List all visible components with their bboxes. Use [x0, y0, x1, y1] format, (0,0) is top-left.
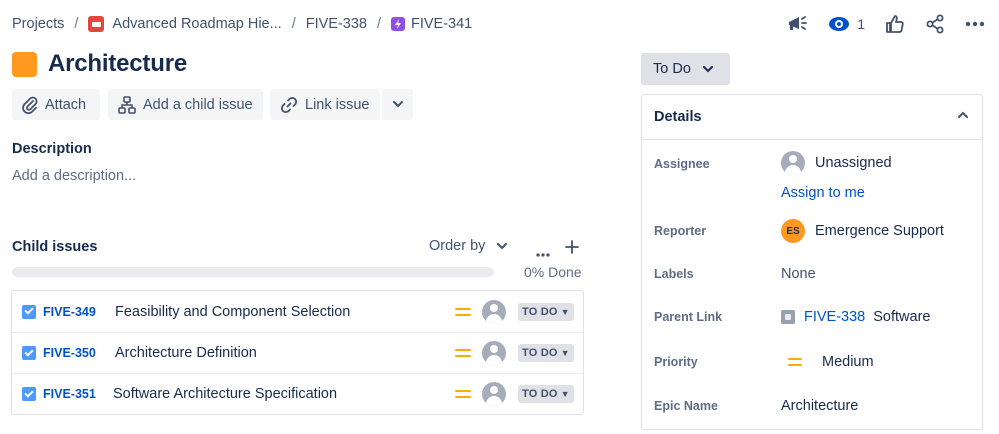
issue-title-row: Architecture	[12, 50, 187, 78]
table-row[interactable]: FIVE-350 Architecture Definition TO DO ▼	[12, 332, 583, 373]
breadcrumb-project[interactable]: Advanced Roadmap Hie...	[112, 16, 281, 32]
status-label: TO DO	[522, 305, 558, 318]
issue-header-actions: 1	[766, 12, 985, 36]
chevron-down-icon: ▼	[560, 348, 570, 358]
add-child-plus-icon[interactable]	[565, 240, 579, 259]
chevron-up-icon	[958, 111, 968, 118]
avatar[interactable]	[482, 382, 506, 406]
parent-link-name: Software	[873, 309, 931, 325]
epic-name-label: Epic Name	[654, 399, 718, 413]
paperclip-icon	[22, 96, 38, 114]
link-issue-button[interactable]: Link issue	[270, 89, 380, 120]
chevron-down-icon	[702, 65, 713, 72]
assignee-name: Unassigned	[815, 155, 892, 171]
order-by-label: Order by	[429, 238, 486, 254]
status-dropdown[interactable]: TO DO ▼	[518, 344, 574, 362]
reporter-name: Emergence Support	[815, 223, 944, 239]
megaphone-icon[interactable]	[786, 14, 808, 34]
breadcrumb-current-issue[interactable]: FIVE-341	[411, 16, 472, 32]
story-icon	[22, 387, 36, 401]
link-issue-label: Link issue	[305, 96, 370, 113]
status-button-label: To Do	[653, 61, 691, 77]
assignee-label: Assignee	[654, 157, 710, 171]
eye-icon	[829, 17, 850, 31]
status-dropdown[interactable]: TO DO ▼	[518, 385, 574, 403]
priority-label: Priority	[654, 355, 698, 369]
priority-medium-icon	[455, 306, 471, 318]
watch-button[interactable]: 1	[828, 16, 865, 32]
priority-medium-icon	[455, 388, 471, 400]
parent-link-label: Parent Link	[654, 310, 723, 324]
avatar[interactable]	[482, 341, 506, 365]
details-panel: Details Assignee Unassigned Assign to me…	[641, 94, 983, 430]
chevron-down-icon	[392, 101, 403, 108]
description-field[interactable]: Add a description...	[12, 168, 136, 184]
child-issue-summary[interactable]: Feasibility and Component Selection	[115, 304, 350, 320]
labels-value[interactable]: None	[781, 266, 816, 282]
story-icon	[22, 346, 36, 360]
link-icon	[280, 96, 298, 113]
priority-name: Medium	[822, 354, 874, 370]
details-title: Details	[654, 109, 702, 125]
parent-link-value[interactable]: FIVE-338 Software	[781, 309, 930, 325]
child-issues-more-icon[interactable]	[536, 244, 550, 262]
priority-medium-icon	[455, 347, 471, 359]
child-issue-key[interactable]: FIVE-349	[43, 305, 96, 319]
child-issue-key[interactable]: FIVE-351	[43, 387, 96, 401]
breadcrumb-separator: /	[376, 16, 381, 32]
status-label: TO DO	[522, 347, 558, 359]
reporter-value[interactable]: ES Emergence Support	[781, 219, 944, 243]
story-icon	[22, 304, 36, 319]
table-row[interactable]: FIVE-351 Software Architecture Specifica…	[12, 373, 583, 414]
chevron-down-icon	[497, 242, 508, 249]
watch-count: 1	[857, 16, 865, 32]
add-child-issue-label: Add a child issue	[143, 96, 253, 113]
avatar[interactable]	[482, 299, 506, 324]
child-issues-label: Child issues	[12, 239, 98, 255]
child-issue-summary[interactable]: Architecture Definition	[115, 345, 257, 361]
details-header[interactable]: Details	[642, 95, 982, 140]
child-issues-progress-bar	[12, 267, 494, 277]
issue-title[interactable]: Architecture	[48, 50, 187, 78]
status-button[interactable]: To Do	[641, 53, 730, 85]
assignee-value[interactable]: Unassigned	[781, 151, 892, 175]
description-label: Description	[12, 141, 92, 157]
priority-value[interactable]: Medium	[781, 354, 874, 370]
table-row[interactable]: FIVE-349 Feasibility and Component Selec…	[12, 291, 583, 332]
breadcrumb-separator: /	[291, 16, 296, 32]
epic-name-value[interactable]: Architecture	[781, 398, 858, 414]
child-issues-table: FIVE-349 Feasibility and Component Selec…	[11, 290, 584, 415]
attach-label: Attach	[45, 96, 87, 113]
status-dropdown[interactable]: TO DO ▼	[518, 302, 574, 321]
child-issue-summary[interactable]: Software Architecture Specification	[113, 386, 337, 402]
more-icon[interactable]	[965, 21, 985, 27]
parent-link-key[interactable]: FIVE-338	[804, 309, 865, 325]
chevron-down-icon: ▼	[560, 389, 570, 399]
progress-text: 0% Done	[524, 264, 582, 280]
project-icon	[88, 16, 105, 32]
avatar	[781, 151, 805, 175]
share-icon[interactable]	[925, 14, 945, 34]
assign-to-me-link[interactable]: Assign to me	[781, 185, 865, 201]
breadcrumb-parent-issue[interactable]: FIVE-338	[306, 16, 367, 32]
order-by-dropdown[interactable]: Order by	[429, 238, 508, 254]
epic-icon	[12, 51, 37, 77]
breadcrumb: Projects / Advanced Roadmap Hie... / FIV…	[12, 12, 472, 36]
attach-button[interactable]: Attach	[12, 89, 100, 120]
priority-medium-icon	[788, 357, 802, 367]
child-issue-key[interactable]: FIVE-350	[43, 346, 96, 360]
avatar: ES	[781, 219, 805, 243]
hierarchy-icon	[118, 95, 136, 114]
breadcrumb-separator: /	[74, 16, 79, 32]
status-label: TO DO	[522, 388, 558, 400]
chevron-down-icon: ▼	[560, 306, 570, 317]
reporter-label: Reporter	[654, 224, 707, 238]
add-child-issue-button[interactable]: Add a child issue	[108, 89, 263, 120]
more-actions-button[interactable]	[382, 89, 413, 120]
thumbs-up-icon[interactable]	[885, 14, 905, 34]
parent-issue-icon	[781, 310, 795, 324]
subtask-icon	[391, 17, 405, 31]
labels-label: Labels	[654, 267, 694, 281]
breadcrumb-projects[interactable]: Projects	[12, 16, 64, 32]
